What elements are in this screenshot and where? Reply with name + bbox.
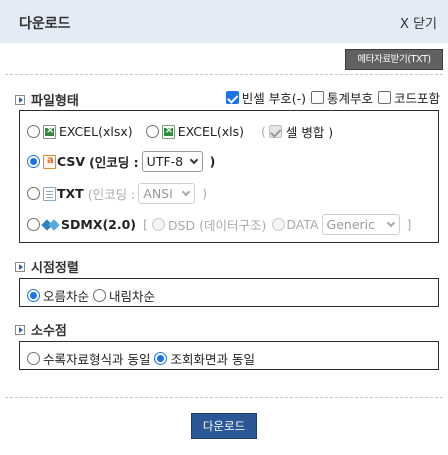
sdmx-data-radio[interactable] (272, 218, 286, 231)
blank-cell-checkbox[interactable] (225, 91, 239, 104)
sdmx-data-value: Generic (326, 217, 376, 232)
excel-xls-radio[interactable] (145, 125, 159, 138)
sdmx-row: SDMX(2.0) [ DSD (데이터구조) DATA Generic ] (27, 214, 411, 235)
file-format-header: 파일형태 (15, 90, 79, 109)
blank-cell-label: 빈셀 부호(-) (241, 91, 306, 106)
chevron-down-icon (182, 187, 191, 197)
time-sort-header: 시점정렬 (15, 257, 79, 276)
csv-encoding-label: (인코딩 : (89, 155, 139, 170)
sdmx-icon (42, 220, 60, 230)
txt-encoding-select[interactable]: ANSI (138, 183, 196, 204)
file-format-label: 파일형태 (31, 94, 79, 109)
sdmx-dsd-label: DSD (데이터구조) (167, 218, 267, 233)
same-as-view-label: 조회화면과 동일 (170, 352, 255, 367)
decimal-panel: 수록자료형식과 동일 조회화면과 동일 (19, 341, 439, 370)
divider (5, 397, 443, 398)
csv-row: CSV (인코딩 : UTF-8 ) (27, 151, 215, 172)
txt-encoding-label: (인코딩 : (87, 187, 136, 202)
merge-open-paren: ( (260, 124, 266, 139)
excel-icon (43, 124, 56, 139)
sdmx-open-bracket: [ (143, 217, 148, 232)
meta-download-button[interactable]: 메타자료받기(TXT) (345, 49, 443, 70)
decimal-header: 소수점 (15, 320, 67, 339)
txt-row: TXT (인코딩 : ANSI ) (27, 183, 207, 204)
same-as-view-radio[interactable] (154, 352, 168, 365)
same-as-data-label: 수록자료형식과 동일 (43, 352, 151, 367)
code-include-checkbox[interactable] (377, 91, 391, 104)
sdmx-close-bracket: ] (406, 217, 412, 232)
code-include-label: 코드포함 (393, 91, 440, 106)
sdmx-data-label: DATA (286, 217, 319, 232)
merge-cells-checkbox[interactable] (268, 125, 282, 138)
chevron-down-icon (386, 218, 395, 228)
arrow-right-icon (15, 324, 25, 335)
excel-xlsx-label: EXCEL(xlsx) (59, 124, 133, 139)
same-as-data-radio[interactable] (27, 352, 40, 365)
chevron-down-icon (189, 155, 198, 165)
sdmx-data-select[interactable]: Generic (321, 214, 400, 235)
ascending-radio[interactable] (27, 289, 40, 302)
close-button[interactable]: X 닫기 (400, 13, 437, 32)
csv-label: CSV (57, 154, 86, 169)
time-sort-row: 오름차순 내림차순 (27, 286, 155, 305)
sdmx-label: SDMX(2.0) (61, 217, 137, 232)
download-button[interactable]: 다운로드 (191, 413, 257, 439)
time-sort-label: 시점정렬 (31, 261, 79, 276)
csv-encoding-value: UTF-8 (146, 154, 184, 169)
time-sort-panel: 오름차순 내림차순 (19, 278, 439, 307)
arrow-right-icon (15, 261, 25, 272)
csv-radio[interactable] (27, 155, 40, 168)
txt-close-paren: ) (202, 186, 208, 201)
stat-code-checkbox[interactable] (310, 91, 324, 104)
arrow-right-icon (15, 94, 25, 105)
stat-code-label: 통계부호 (326, 91, 373, 106)
excel-xlsx-radio[interactable] (27, 125, 40, 138)
ascending-label: 오름차순 (43, 289, 90, 304)
merge-cells-label: 셀 병합 ) (285, 125, 334, 140)
dialog-titlebar: 다운로드 X 닫기 (0, 0, 448, 43)
excel-xls-label: EXCEL(xls) (177, 124, 244, 139)
txt-icon (43, 186, 56, 201)
sdmx-dsd-radio[interactable] (151, 218, 165, 231)
sdmx-radio[interactable] (27, 218, 40, 231)
txt-radio[interactable] (27, 187, 40, 200)
excel-icon (161, 124, 175, 139)
file-format-panel: EXCEL(xlsx) EXCEL(xls) ( 셀 병합 ) CSV (인코딩… (19, 110, 439, 243)
txt-encoding-value: ANSI (143, 186, 173, 201)
csv-encoding-select[interactable]: UTF-8 (141, 151, 203, 172)
csv-close-paren: ) (209, 154, 216, 169)
dialog-title: 다운로드 (19, 16, 71, 32)
file-format-options: 빈셀 부호(-) 통계부호 코드포함 (225, 88, 440, 107)
descending-radio[interactable] (93, 289, 107, 302)
txt-label: TXT (57, 186, 84, 201)
descending-label: 내림차순 (109, 289, 156, 304)
decimal-row: 수록자료형식과 동일 조회화면과 동일 (27, 349, 255, 368)
excel-row: EXCEL(xlsx) EXCEL(xls) ( 셀 병합 ) (27, 122, 333, 141)
csv-icon (43, 154, 56, 169)
decimal-label: 소수점 (31, 324, 67, 339)
divider (5, 74, 443, 75)
